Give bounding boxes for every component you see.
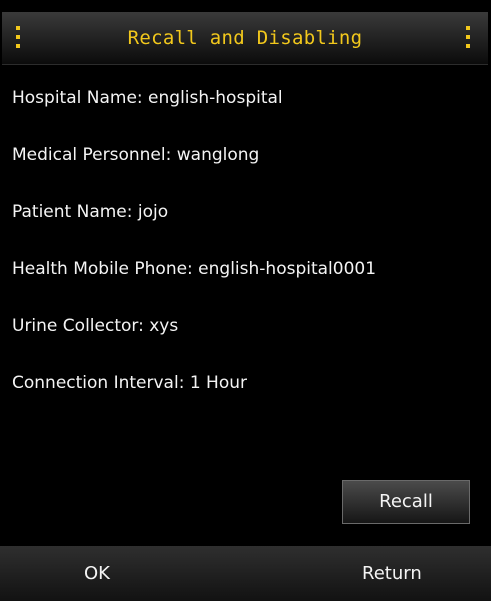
title-bar: Recall and Disabling bbox=[2, 12, 488, 65]
urine-collector-line: Urine Collector: xys bbox=[12, 316, 179, 336]
softkey-bar: OK Return bbox=[0, 546, 491, 601]
menu-dot bbox=[466, 44, 470, 48]
medical-personnel-line: Medical Personnel: wanglong bbox=[12, 145, 260, 165]
right-menu-icon[interactable] bbox=[466, 25, 472, 51]
recall-details-list: Hospital Name: english-hospital Medical … bbox=[12, 72, 482, 414]
device-screen: Recall and Disabling Hospital Name: engl… bbox=[0, 0, 491, 601]
recall-button[interactable]: Recall bbox=[342, 480, 470, 524]
ok-softkey[interactable]: OK bbox=[84, 546, 110, 601]
page-title: Recall and Disabling bbox=[127, 27, 363, 49]
hospital-name-line: Hospital Name: english-hospital bbox=[12, 88, 283, 108]
patient-name-line: Patient Name: jojo bbox=[12, 202, 169, 222]
health-mobile-phone-line: Health Mobile Phone: english-hospital000… bbox=[12, 259, 377, 279]
return-softkey[interactable]: Return bbox=[362, 546, 422, 601]
connection-interval-line: Connection Interval: 1 Hour bbox=[12, 373, 247, 393]
menu-dot bbox=[466, 35, 470, 39]
menu-dot bbox=[466, 26, 470, 30]
